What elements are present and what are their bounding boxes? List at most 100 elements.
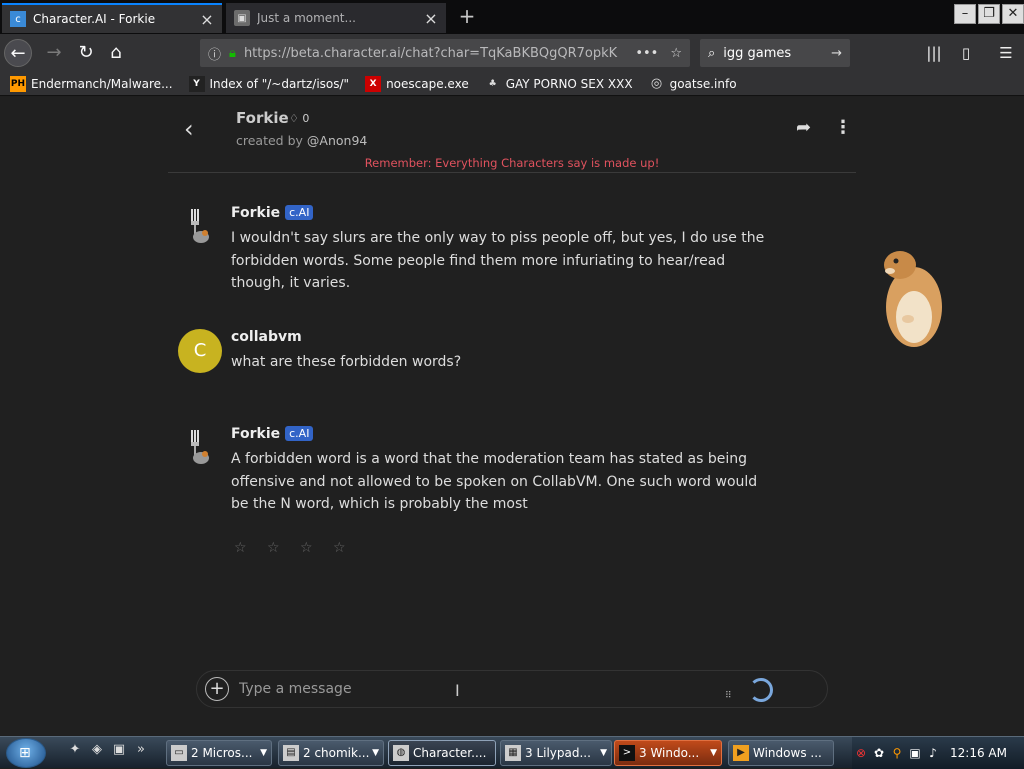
creator-link[interactable]: @Anon94 <box>307 133 367 148</box>
pornhub-favicon-icon: PH <box>10 75 26 92</box>
taskbar-item[interactable]: ▶ Windows ... <box>728 740 834 766</box>
more-options-icon[interactable]: ⋮ <box>834 117 852 138</box>
taskbar-item[interactable]: ▦ 3 Lilypad... ▼ <box>500 740 612 766</box>
chat-header: ‹ Forkie ♢ 0 created by @Anon94 ➦ ⋮ Reme… <box>168 97 856 173</box>
tab-just-a-moment[interactable]: ▣ Just a moment... × <box>226 3 446 33</box>
bookmark-label: noescape.exe <box>386 76 469 91</box>
clock[interactable]: 12:16 AM <box>950 746 1007 760</box>
likes-count: ♢ 0 <box>289 112 309 125</box>
back-button[interactable]: ← <box>4 39 32 67</box>
window-icon: ▭ <box>171 745 187 761</box>
lock-icon[interactable]: 🔒︎ <box>229 46 236 61</box>
folder-icon: ▤ <box>283 745 299 761</box>
page-actions-icon[interactable]: ••• <box>635 46 658 61</box>
resize-grip-icon[interactable]: ⠿ <box>725 691 732 701</box>
library-icon[interactable]: ||| <box>920 39 948 67</box>
taskbar-item[interactable]: >3 Windo... ▼ <box>614 740 722 766</box>
dropdown-arrow-icon: ▼ <box>372 748 379 758</box>
share-icon[interactable]: ➦ <box>796 117 811 138</box>
back-arrow-icon[interactable]: ‹ <box>184 115 194 143</box>
close-tab-icon[interactable]: × <box>424 9 438 28</box>
x-favicon-icon: X <box>365 75 382 92</box>
quicklaunch-icon[interactable]: ✦ <box>64 742 86 757</box>
network-icon[interactable]: ▣ <box>906 746 924 760</box>
taskbar-item[interactable]: ▭ 2 Micros... ▼ <box>166 740 272 766</box>
add-attachment-button[interactable]: + <box>205 677 229 701</box>
bookmark-star-icon[interactable]: ☆ <box>670 46 682 61</box>
bookmark-label: goatse.info <box>669 76 737 91</box>
star-rating[interactable]: ☆ ☆ ☆ ☆ <box>234 540 354 556</box>
dropdown-arrow-icon: ▼ <box>710 748 717 758</box>
search-box[interactable]: ⌕ igg games → <box>700 39 850 67</box>
reload-button[interactable]: ↻ <box>72 39 100 67</box>
taskbar-item[interactable]: ▤ 2 chomik... ▼ <box>278 740 384 766</box>
cai-badge: c.AI <box>285 205 314 220</box>
system-tray: ⊗ ✿ ⚲ ▣ ♪ 12:16 AM <box>852 737 1024 769</box>
forward-button[interactable]: → <box>40 39 68 67</box>
forkie-avatar[interactable] <box>178 426 222 470</box>
bookmark-item[interactable]: X noescape.exe <box>365 75 469 92</box>
search-tray-icon[interactable]: ⚲ <box>888 746 906 760</box>
sender-name: Forkie <box>231 205 281 221</box>
tab-title: Just a moment... <box>257 11 356 25</box>
hamburger-menu-icon[interactable]: ☰ <box>992 39 1020 67</box>
page-content: ‹ Forkie ♢ 0 created by @Anon94 ➦ ⋮ Reme… <box>0 97 1024 735</box>
ycombinator-favicon-icon: Y <box>188 75 205 92</box>
message-text: A forbidden word is a word that the mode… <box>231 451 758 512</box>
minimize-window-button[interactable]: – <box>954 4 976 24</box>
bookmark-label: GAY PORNO SEX XXX <box>505 76 633 91</box>
chat-message: C collabvm what are these forbidden word… <box>178 329 778 379</box>
url-text[interactable]: https://beta.character.ai/chat?char=TqKa… <box>244 46 629 61</box>
more-quicklaunch-icon[interactable]: » <box>130 742 152 757</box>
start-button[interactable]: ⊞ <box>6 738 46 768</box>
media-icon: ▶ <box>733 745 749 761</box>
like-icon[interactable]: ♢ <box>289 112 302 125</box>
sidebar-toggle-icon[interactable]: ▯ <box>952 39 980 67</box>
home-button[interactable]: ⌂ <box>102 39 130 67</box>
globe-icon: ◎ <box>650 76 663 91</box>
info-icon[interactable]: ⓘ <box>208 44 221 63</box>
bookmark-item[interactable]: ◎ goatse.info <box>649 76 737 92</box>
close-window-button[interactable]: ✕ <box>1002 4 1024 24</box>
new-tab-button[interactable]: + <box>456 6 478 28</box>
dropdown-arrow-icon: ▼ <box>260 748 267 758</box>
character-name[interactable]: Forkie <box>236 109 289 127</box>
security-alert-icon[interactable]: ⊗ <box>852 746 870 760</box>
sender-name: Forkie <box>231 426 281 442</box>
bookmark-item[interactable]: ♣ GAY PORNO SEX XXX <box>485 76 633 92</box>
created-by: created by @Anon94 <box>236 133 367 148</box>
tab-character-ai[interactable]: c Character.AI - Forkie × <box>2 3 222 33</box>
made-up-warning: Remember: Everything Characters say is m… <box>364 156 660 170</box>
browser-quicklaunch-icon[interactable]: ◈ <box>86 742 108 757</box>
bookmarks-toolbar: PH Endermanch/Malware... Y Index of "/~d… <box>0 72 1024 96</box>
tab-strip: c Character.AI - Forkie × ▣ Just a momen… <box>0 0 1024 34</box>
loading-spinner-icon <box>749 678 773 702</box>
chat-message: Forkie c.AI I wouldn't say slurs are the … <box>178 205 778 295</box>
created-by-prefix: created by <box>236 133 303 148</box>
bookmark-item[interactable]: Y Index of "/~dartz/isos/" <box>188 75 349 92</box>
browser-window: c Character.AI - Forkie × ▣ Just a momen… <box>0 0 1024 769</box>
volume-icon[interactable]: ♪ <box>924 746 942 760</box>
close-tab-icon[interactable]: × <box>200 10 214 29</box>
forkie-icon <box>191 209 209 243</box>
message-sender: Forkie c.AI <box>231 426 314 442</box>
url-bar[interactable]: ⓘ 🔒︎ https://beta.character.ai/chat?char… <box>200 39 690 67</box>
search-input[interactable]: igg games <box>723 46 791 61</box>
taskbar-label: Windows ... <box>753 746 822 760</box>
show-desktop-icon[interactable]: ▣ <box>108 742 130 757</box>
user-avatar[interactable]: C <box>178 329 222 373</box>
search-go-icon[interactable]: → <box>831 46 842 61</box>
cmd-icon: > <box>619 745 635 761</box>
bookmark-item[interactable]: PH Endermanch/Malware... <box>10 75 173 92</box>
restore-window-button[interactable]: ❐ <box>978 4 1000 24</box>
text-cursor-icon: I <box>455 681 460 700</box>
search-icon: ⌕ <box>708 45 716 61</box>
tray-app-icon[interactable]: ✿ <box>870 746 888 760</box>
message-input[interactable] <box>239 681 699 697</box>
message-sender: Forkie c.AI <box>231 205 314 221</box>
quick-launch: ✦ ◈ ▣ » <box>64 742 152 757</box>
taskbar-label: 3 Windo... <box>639 746 700 760</box>
forkie-avatar[interactable] <box>178 205 222 249</box>
page-favicon-icon: ▣ <box>234 10 250 26</box>
taskbar-item[interactable]: ◍ Character.... <box>388 740 496 766</box>
